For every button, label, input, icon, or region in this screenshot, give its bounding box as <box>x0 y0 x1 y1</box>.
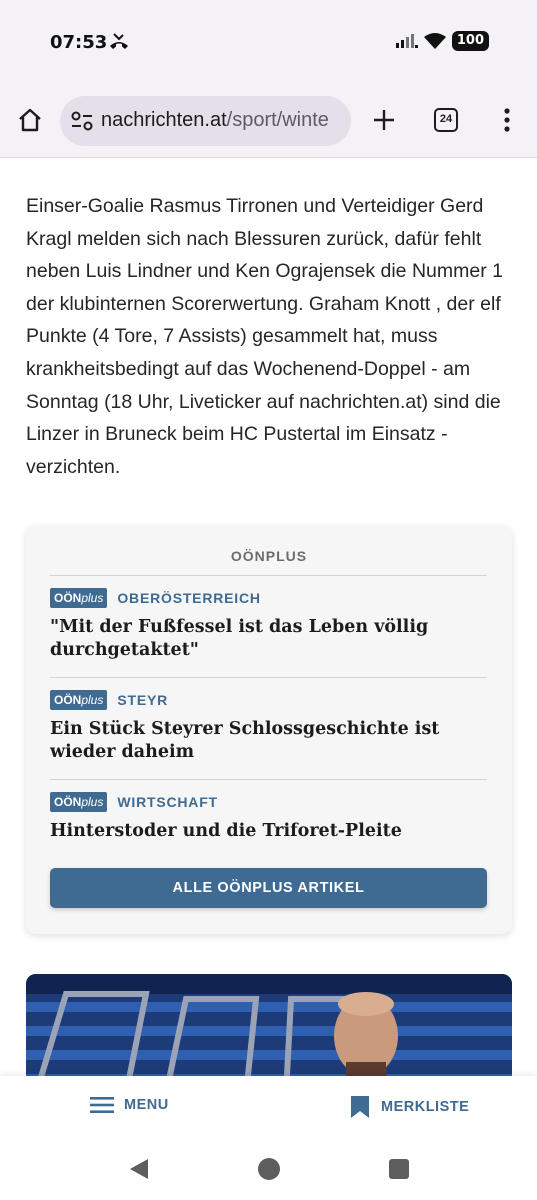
article-paragraph: Einser-Goalie Rasmus Tirronen und Vertei… <box>26 195 503 478</box>
missed-call-icon <box>110 33 128 49</box>
status-icons: 100 <box>395 31 489 51</box>
status-bar: 07:53 100 <box>0 0 537 84</box>
bookmark-icon <box>351 1096 369 1118</box>
article-meta: OÖNplus WIRTSCHAFT <box>50 792 487 812</box>
recent-apps-icon[interactable] <box>389 1159 409 1179</box>
url-host: nachrichten.at <box>101 109 227 131</box>
home-button-icon[interactable] <box>258 1158 280 1180</box>
bookmark-list-button[interactable]: MERKLISTE <box>351 1096 469 1118</box>
more-icon[interactable] <box>498 106 516 134</box>
oonplus-article[interactable]: OÖNplus WIRTSCHAFT Hinterstoder und die … <box>50 779 487 843</box>
new-tab-icon[interactable] <box>370 106 398 134</box>
oonplus-box: OÖNPLUS OÖNplus OBERÖSTERREICH "Mit der … <box>26 526 512 934</box>
article-headline[interactable]: Hinterstoder und die Triforet-Pleite <box>50 820 487 843</box>
url-text[interactable]: nachrichten.at/sport/winte <box>101 109 329 132</box>
oonplus-article[interactable]: OÖNplus STEYR Ein Stück Steyrer Schlossg… <box>50 677 487 764</box>
article-category: OBERÖSTERREICH <box>117 590 261 606</box>
site-settings-icon[interactable] <box>70 110 94 132</box>
back-icon[interactable] <box>128 1158 150 1180</box>
system-navigation <box>0 1138 537 1200</box>
oonplus-logo: OÖNplus <box>50 690 108 710</box>
oonplus-article[interactable]: OÖNplus OBERÖSTERREICH "Mit der Fußfesse… <box>50 575 487 662</box>
menu-button[interactable]: MENU <box>90 1096 169 1114</box>
oonplus-logo: OÖNplus <box>50 588 108 608</box>
article-headline[interactable]: Ein Stück Steyrer Schlossgeschichte ist … <box>50 718 487 764</box>
bookmark-label: MERKLISTE <box>381 1099 470 1115</box>
article-category: WIRTSCHAFT <box>117 794 218 810</box>
oonplus-logo: OÖNplus <box>50 792 108 812</box>
address-bar[interactable]: nachrichten.at/sport/winte <box>60 96 351 146</box>
article-headline[interactable]: "Mit der Fußfessel ist das Leben völlig … <box>50 616 487 662</box>
oonplus-box-title: OÖNPLUS <box>230 548 308 564</box>
article-meta: OÖNplus OBERÖSTERREICH <box>50 588 487 608</box>
page: 07:53 100 nachrichten.at/sport/winte 24 … <box>0 0 537 1200</box>
hamburger-menu-icon <box>90 1097 114 1113</box>
browser-toolbar: nachrichten.at/sport/winte 24 <box>0 84 537 158</box>
tabs-icon[interactable]: 24 <box>434 108 458 132</box>
home-icon[interactable] <box>16 106 44 134</box>
signal-icon <box>395 34 418 48</box>
url-path: /sport/winte <box>226 109 329 131</box>
article-category: STEYR <box>117 692 169 708</box>
bottom-navigation: MENU MERKLISTE <box>0 1076 537 1138</box>
article-meta: OÖNplus STEYR <box>50 690 487 710</box>
wifi-icon <box>423 33 446 49</box>
battery-icon: 100 <box>451 31 489 51</box>
menu-label: MENU <box>124 1097 169 1113</box>
all-oonplus-articles-button[interactable]: ALLE OÖNPLUS ARTIKEL <box>50 868 487 908</box>
status-time: 07:53 <box>50 32 108 53</box>
